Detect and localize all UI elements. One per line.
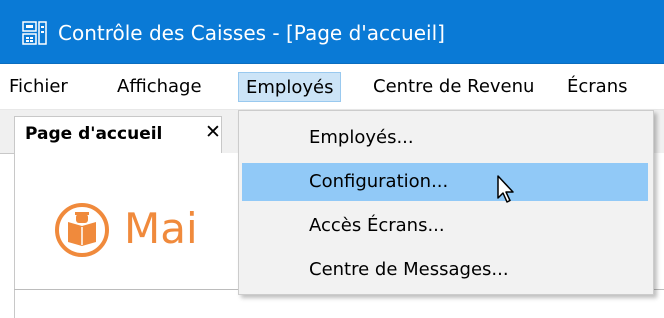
menu-ecrans[interactable]: Écrans	[560, 72, 635, 102]
menu-item-configuration[interactable]: Configuration...	[242, 163, 648, 201]
menu-bar: Fichier Affichage Employés Centre de Rev…	[0, 64, 664, 110]
close-icon[interactable]: ✕	[205, 121, 221, 143]
menu-affichage[interactable]: Affichage	[110, 72, 209, 102]
menu-item-acces-ecrans[interactable]: Accès Écrans...	[242, 207, 648, 245]
mouse-pointer-icon	[497, 175, 514, 203]
tab-page-accueil[interactable]: Page d'accueil ✕	[14, 116, 222, 154]
menu-centre-de-revenu[interactable]: Centre de Revenu	[366, 72, 541, 102]
book-reader-icon	[55, 203, 109, 257]
title-bar: Contrôle des Caisses - [Page d'accueil]	[0, 0, 664, 64]
menu-item-centre-de-messages[interactable]: Centre de Messages...	[242, 251, 648, 289]
employes-dropdown-menu: Employés... Configuration... Accès Écran…	[238, 110, 654, 295]
menu-item-employes[interactable]: Employés...	[242, 119, 648, 157]
welcome-text: Mai	[124, 204, 198, 253]
menu-employes[interactable]: Employés	[238, 72, 342, 102]
tab-label: Page d'accueil	[25, 124, 163, 144]
window-title: Contrôle des Caisses - [Page d'accueil]	[58, 21, 445, 45]
menu-fichier[interactable]: Fichier	[2, 72, 75, 102]
app-icon	[22, 21, 47, 45]
app-window: Contrôle des Caisses - [Page d'accueil] …	[0, 0, 664, 318]
